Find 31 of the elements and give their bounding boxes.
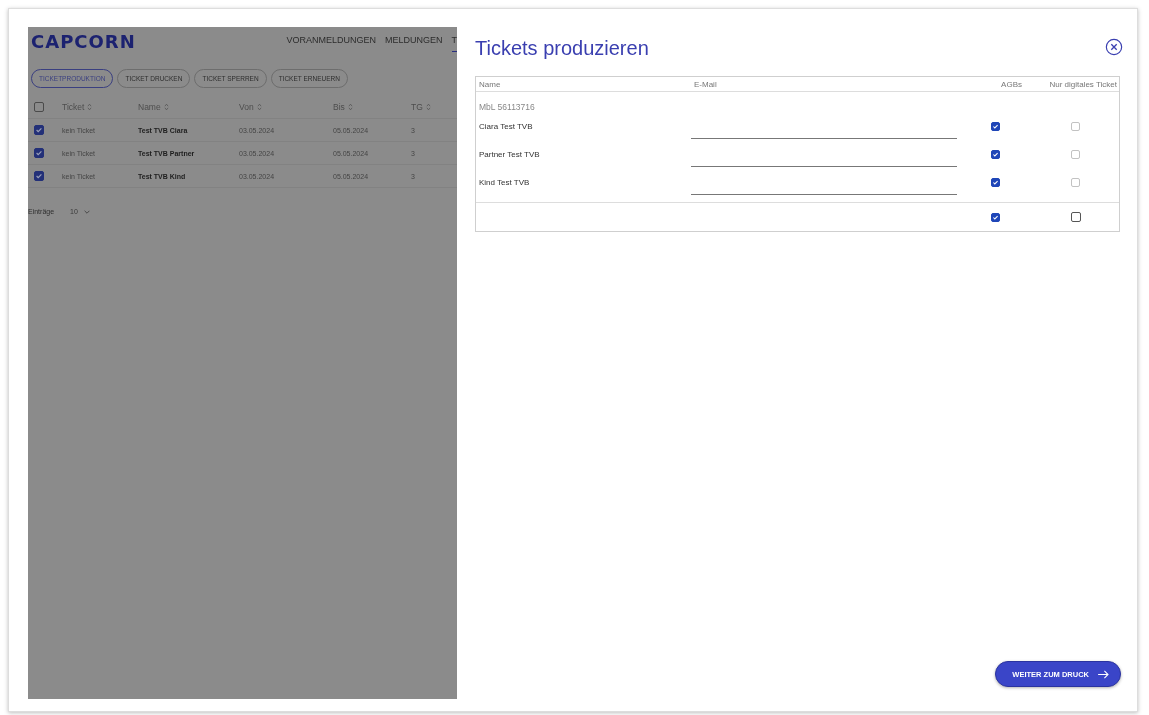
all-agb-checkbox[interactable] — [991, 212, 1000, 222]
agb-checkbox[interactable] — [991, 177, 1000, 187]
digital-ticket-checkbox[interactable] — [1071, 121, 1080, 131]
digital-ticket-checkbox[interactable] — [1071, 177, 1080, 187]
nav-tab[interactable]: MELDUNGEN — [385, 30, 443, 52]
arrow-right-icon — [1097, 669, 1110, 679]
column-header[interactable]: Ticket — [62, 102, 85, 112]
capcorn-logo: CAPCORN — [31, 30, 136, 52]
close-icon[interactable] — [1105, 38, 1123, 56]
dialog-title: Tickets produzieren — [475, 37, 649, 60]
chevron-down-icon[interactable] — [83, 209, 90, 214]
agb-checkbox[interactable] — [991, 149, 1000, 159]
column-header: AGBs — [1000, 79, 1023, 89]
column-header: E-Mail — [693, 79, 718, 89]
guest-name: Kind Test TVB — [478, 177, 531, 187]
nav-tab[interactable]: T — [451, 30, 457, 52]
select-all-checkbox[interactable] — [34, 102, 44, 112]
column-header: Nur digitales Ticket — [1048, 79, 1118, 89]
column-header[interactable]: Name — [138, 102, 161, 112]
column-header[interactable]: TG — [411, 102, 423, 112]
row-checkbox[interactable] — [34, 125, 44, 135]
row-checkbox[interactable] — [34, 148, 44, 158]
guest-name: Partner Test TVB — [478, 149, 541, 159]
row-checkbox[interactable] — [34, 171, 44, 181]
column-header: Name — [478, 79, 502, 89]
guest-name: Ciara Test TVB — [478, 121, 534, 131]
digital-ticket-checkbox[interactable] — [1071, 149, 1080, 159]
agb-checkbox[interactable] — [991, 121, 1000, 131]
nav-tab[interactable]: VORANMELDUNGEN — [286, 30, 376, 52]
group-label: MbL 56113716 — [478, 102, 536, 112]
all-digital-checkbox[interactable] — [1070, 212, 1081, 222]
